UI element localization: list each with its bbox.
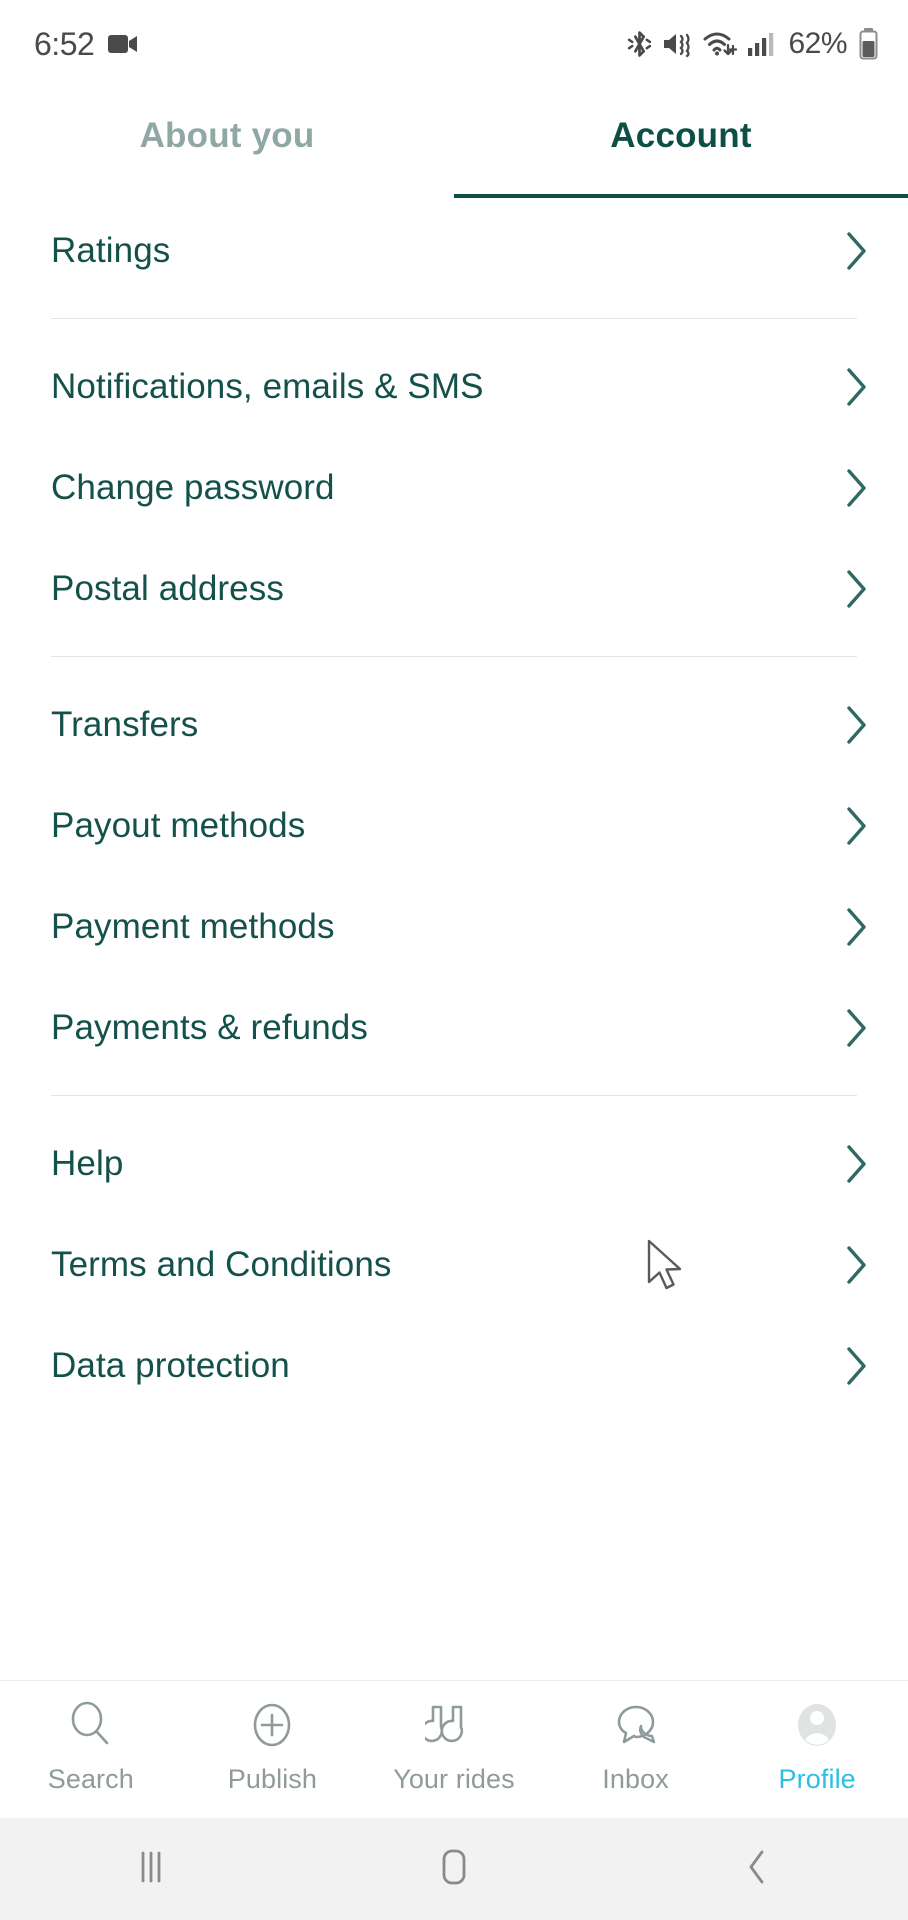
list-item-payout-methods[interactable]: Payout methods [0,775,908,876]
nav-item-your-rides[interactable]: Your rides [363,1695,545,1818]
nav-item-inbox[interactable]: Inbox [545,1695,727,1818]
rides-icon [424,1695,483,1755]
bluetooth-icon [627,28,652,60]
nav-item-publish[interactable]: Publish [182,1695,364,1818]
tab-about-you[interactable]: About you [0,88,454,198]
avatar-icon [791,1695,843,1755]
search-icon [65,1695,117,1755]
tab-account[interactable]: Account [454,88,908,198]
chevron-right-icon [844,804,870,848]
home-button[interactable] [303,1847,606,1892]
chat-bubble-icon [610,1695,662,1755]
chevron-right-icon [844,1142,870,1186]
settings-group-legal: Help Terms and Conditions Data protectio… [0,1113,908,1416]
nav-item-search[interactable]: Search [0,1695,182,1818]
list-item-notifications[interactable]: Notifications, emails & SMS [0,336,908,437]
wifi-icon [702,29,738,59]
chevron-right-icon [844,905,870,949]
plus-circle-icon [246,1695,298,1755]
list-item-label: Transfers [51,704,199,744]
chevron-right-icon [844,1243,870,1287]
nav-item-label: Inbox [602,1764,669,1794]
cellular-signal-icon [747,30,775,58]
battery-icon [858,28,880,60]
android-system-navigation-bar [0,1818,908,1920]
nav-item-label: Publish [227,1764,318,1794]
tab-account-label: Account [610,116,752,155]
settings-group-account: Notifications, emails & SMS Change passw… [0,336,908,639]
status-bar-clock: 6:52 [34,25,95,62]
settings-group-profile: Ratings [0,200,908,301]
list-item-label: Data protection [51,1345,290,1385]
bottom-navigation-bar: Search Publish Your rides Inbox Profile [0,1680,908,1818]
list-item-transfers[interactable]: Transfers [0,674,908,775]
chevron-right-icon [844,703,870,747]
account-settings-list: Ratings Notifications, emails & SMS Chan… [0,198,908,1680]
list-item-postal-address[interactable]: Postal address [0,538,908,639]
list-item-label: Change password [51,467,335,507]
nav-item-label: Profile [778,1764,856,1794]
chevron-right-icon [844,1344,870,1388]
chevron-right-icon [844,365,870,409]
video-camera-icon [108,33,138,55]
status-bar-left: 6:52 [34,26,138,63]
list-item-payment-methods[interactable]: Payment methods [0,876,908,977]
list-item-label: Terms and Conditions [51,1244,392,1284]
status-bar-right: 62% [627,27,880,61]
list-item-label: Payout methods [51,805,306,845]
phone-screen: 6:52 62% About you Account Ratings Notif… [0,0,908,1920]
nav-item-profile[interactable]: Profile [726,1695,908,1818]
list-item-terms-and-conditions[interactable]: Terms and Conditions [0,1214,908,1315]
mute-vibrate-icon [661,29,693,59]
recents-button[interactable] [0,1848,303,1891]
status-bar: 6:52 62% [0,0,908,88]
list-item-label: Help [51,1143,124,1183]
settings-group-payments: Transfers Payout methods Payment methods [0,674,908,1078]
chevron-right-icon [844,229,870,273]
list-item-ratings[interactable]: Ratings [0,200,908,301]
list-item-label: Notifications, emails & SMS [51,366,484,406]
section-divider [51,656,857,657]
back-icon [743,1847,771,1892]
list-item-data-protection[interactable]: Data protection [0,1315,908,1416]
list-item-change-password[interactable]: Change password [0,437,908,538]
section-divider [51,318,857,319]
back-button[interactable] [605,1847,908,1892]
tab-about-you-label: About you [139,116,315,155]
list-item-label: Payments & refunds [51,1007,368,1047]
home-icon [437,1847,471,1892]
list-item-label: Payment methods [51,906,335,946]
nav-item-label: Search [47,1764,134,1794]
chevron-right-icon [844,466,870,510]
list-item-payments-refunds[interactable]: Payments & refunds [0,977,908,1078]
list-item-label: Postal address [51,568,284,608]
list-item-help[interactable]: Help [0,1113,908,1214]
recents-icon [134,1848,168,1891]
chevron-right-icon [844,1006,870,1050]
section-divider [51,1095,857,1096]
tab-active-underline [454,194,908,198]
nav-item-label: Your rides [393,1764,515,1794]
account-tabs: About you Account [0,88,908,198]
chevron-right-icon [844,567,870,611]
list-item-label: Ratings [51,230,171,270]
battery-percent-label: 62% [788,27,847,60]
